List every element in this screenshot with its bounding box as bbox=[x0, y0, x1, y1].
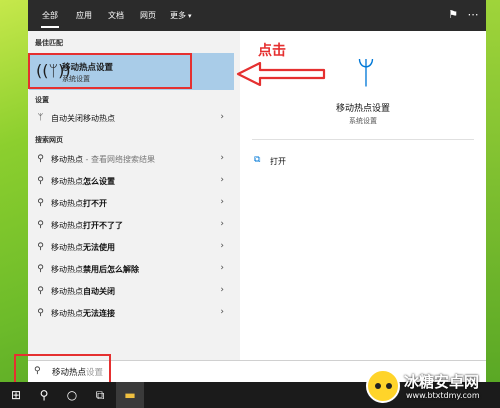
search-icon: ⚲ bbox=[37, 264, 44, 274]
wifi-hotspot-icon: ᛘ bbox=[37, 113, 44, 123]
preview-title: 移动热点设置 bbox=[335, 104, 390, 114]
task-view-icon[interactable]: ⧉ bbox=[86, 382, 114, 408]
feedback-icon[interactable]: ⚑ bbox=[446, 8, 460, 22]
settings-item[interactable]: ᛘ 自动关闭移动热点 › bbox=[29, 108, 234, 129]
web-query: 移动热点 bbox=[51, 177, 83, 186]
web-result-label: 移动热点 - 查看网络搜索结果 bbox=[51, 154, 155, 165]
tab-all[interactable]: 全部 bbox=[41, 10, 59, 28]
search-filter-bar: 全部 应用 文档 网页 更多 ▾ ⚑ ⋯ bbox=[28, 0, 486, 31]
web-query: 移动热点 bbox=[51, 243, 83, 252]
chevron-right-icon[interactable]: › bbox=[220, 241, 224, 251]
tab-documents[interactable]: 文档 bbox=[108, 10, 124, 21]
chevron-right-icon[interactable]: › bbox=[220, 219, 224, 229]
chevron-right-icon[interactable]: › bbox=[220, 153, 224, 163]
file-explorer-icon[interactable]: ▬ bbox=[116, 382, 144, 408]
annotation-click-label: 点击 bbox=[258, 43, 286, 59]
chevron-right-icon[interactable]: › bbox=[220, 263, 224, 273]
chevron-right-icon[interactable]: › bbox=[220, 285, 224, 295]
web-query: 移动热点 bbox=[51, 265, 83, 274]
section-best-match: 最佳匹配 bbox=[35, 39, 63, 47]
cortana-circle-icon[interactable]: ○ bbox=[58, 382, 86, 408]
web-result-row[interactable]: ⚲ 移动热点打开不了了 › bbox=[29, 215, 234, 236]
wifi-hotspot-icon: ᛘ bbox=[356, 54, 376, 92]
web-result-row[interactable]: ⚲ 移动热点无法使用 › bbox=[29, 237, 234, 258]
web-suffix: 无法使用 bbox=[83, 243, 115, 252]
web-result-label: 移动热点无法使用 bbox=[51, 242, 115, 253]
watermark-url: www.btxtdmy.com bbox=[406, 391, 480, 400]
web-result-row[interactable]: ⚲ 移动热点 - 查看网络搜索结果 › bbox=[29, 149, 234, 170]
annotation-highlight-box bbox=[28, 53, 192, 89]
search-icon: ⚲ bbox=[37, 242, 44, 252]
web-result-row[interactable]: ⚲ 移动热点无法连接 › bbox=[29, 303, 234, 324]
preview-subtitle: 系统设置 bbox=[349, 117, 377, 125]
more-options-icon[interactable]: ⋯ bbox=[466, 8, 480, 22]
chevron-right-icon[interactable]: › bbox=[220, 197, 224, 207]
web-query: 移动热点 bbox=[51, 287, 83, 296]
windows-start-icon[interactable]: ⊞ bbox=[2, 382, 30, 408]
web-query: 移动热点 bbox=[51, 155, 83, 164]
tab-apps[interactable]: 应用 bbox=[76, 10, 92, 21]
open-icon[interactable]: ⧉ bbox=[254, 155, 264, 165]
annotation-arrow-icon bbox=[236, 62, 326, 86]
web-suffix: 禁用后怎么解除 bbox=[83, 265, 139, 274]
desktop-edge bbox=[486, 0, 500, 382]
section-web: 搜索网页 bbox=[35, 136, 63, 144]
search-icon: ⚲ bbox=[37, 176, 44, 186]
search-icon: ⚲ bbox=[37, 286, 44, 296]
web-suffix: 怎么设置 bbox=[83, 177, 115, 186]
web-result-label: 移动热点自动关闭 bbox=[51, 286, 115, 297]
web-query: 移动热点 bbox=[51, 221, 83, 230]
settings-item-label: 自动关闭移动热点 bbox=[51, 114, 115, 123]
web-result-label: 移动热点怎么设置 bbox=[51, 176, 115, 187]
web-result-row[interactable]: ⚲ 移动热点禁用后怎么解除 › bbox=[29, 259, 234, 280]
chevron-right-icon[interactable]: › bbox=[220, 175, 224, 185]
section-settings: 设置 bbox=[35, 96, 49, 104]
chevron-down-icon: ▾ bbox=[188, 12, 192, 20]
annotation-search-highlight-box bbox=[14, 354, 111, 384]
tab-web[interactable]: 网页 bbox=[140, 10, 156, 21]
web-result-row[interactable]: ⚲ 移动热点自动关闭 › bbox=[29, 281, 234, 302]
web-suffix: 打开不了了 bbox=[83, 221, 123, 230]
web-result-row[interactable]: ⚲ 移动热点打不开 › bbox=[29, 193, 234, 214]
divider bbox=[252, 139, 474, 140]
web-suffix: 打不开 bbox=[83, 199, 107, 208]
watermark: 冰糖安卓网 www.btxtdmy.com bbox=[366, 367, 500, 407]
search-icon[interactable]: ⚲ bbox=[30, 382, 58, 408]
watermark-name: 冰糖安卓网 bbox=[404, 373, 480, 391]
web-result-row[interactable]: ⚲ 移动热点怎么设置 › bbox=[29, 171, 234, 192]
web-result-label: 移动热点打不开 bbox=[51, 198, 107, 209]
web-result-label: 移动热点禁用后怎么解除 bbox=[51, 264, 139, 275]
search-icon: ⚲ bbox=[37, 220, 44, 230]
search-icon: ⚲ bbox=[37, 308, 44, 318]
search-icon: ⚲ bbox=[37, 198, 44, 208]
chevron-right-icon[interactable]: › bbox=[220, 307, 224, 317]
web-query: 移动热点 bbox=[51, 199, 83, 208]
search-icon: ⚲ bbox=[37, 154, 44, 164]
web-suffix: 自动关闭 bbox=[83, 287, 115, 296]
chevron-right-icon[interactable]: › bbox=[220, 112, 224, 122]
open-action[interactable]: 打开 bbox=[270, 156, 286, 167]
web-suffix: 无法连接 bbox=[83, 309, 115, 318]
web-result-label: 移动热点打开不了了 bbox=[51, 220, 123, 231]
web-suffix: - 查看网络搜索结果 bbox=[83, 155, 155, 164]
tab-more-label: 更多 bbox=[170, 11, 186, 20]
web-result-label: 移动热点无法连接 bbox=[51, 308, 115, 319]
tab-more[interactable]: 更多 ▾ bbox=[170, 10, 192, 21]
web-query: 移动热点 bbox=[51, 309, 83, 318]
watermark-logo-icon bbox=[366, 369, 400, 403]
